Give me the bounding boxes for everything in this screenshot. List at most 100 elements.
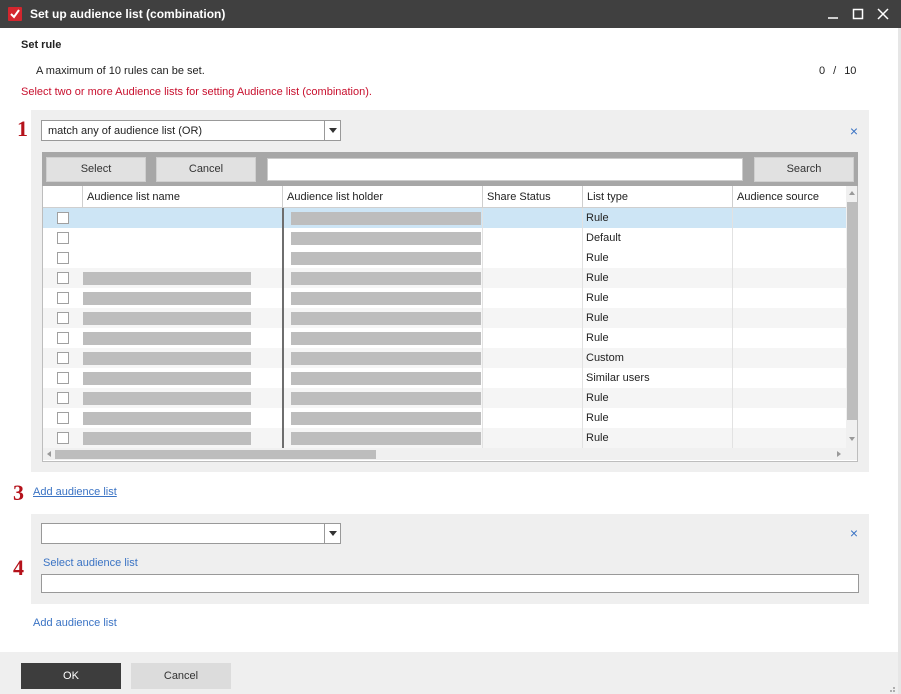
row-checkbox[interactable] [57,432,69,444]
remove-rule-icon[interactable]: × [848,526,860,540]
close-icon[interactable] [873,4,893,24]
list-type-cell: Rule [586,252,609,264]
table-row[interactable]: Rule [43,408,846,428]
cancel-selection-button[interactable]: Cancel [156,157,256,182]
list-type-cell: Rule [586,392,609,404]
redacted-name [83,372,251,385]
redacted-holder [291,232,481,245]
match-type-select-1[interactable]: match any of audience list (OR) [41,120,341,141]
scroll-thumb[interactable] [847,202,857,420]
redacted-holder [291,212,481,225]
search-input[interactable] [267,158,743,181]
select-button[interactable]: Select [46,157,146,182]
redacted-name [83,352,251,365]
row-checkbox[interactable] [57,212,69,224]
redacted-name [83,292,251,305]
redacted-holder [291,272,481,285]
list-type-cell: Rule [586,332,609,344]
table-row[interactable]: Rule [43,428,846,448]
table-row[interactable]: Rule [43,388,846,408]
grid-vertical-scrollbar[interactable] [846,186,857,448]
chevron-down-icon [324,121,340,140]
col-header-list-type[interactable]: List type [587,191,628,203]
row-checkbox[interactable] [57,292,69,304]
col-divider [732,208,733,448]
ok-button[interactable]: OK [21,663,121,689]
window-title: Set up audience list (combination) [30,7,226,21]
scroll-down-icon[interactable] [846,433,857,445]
table-row[interactable]: Rule [43,268,846,288]
minimize-icon[interactable] [823,4,843,24]
redacted-name [83,432,251,445]
audience-list-grid: Audience list name Audience list holder … [42,186,858,462]
row-checkbox[interactable] [57,372,69,384]
redacted-name [83,392,251,405]
select-audience-list-link[interactable]: Select audience list [43,557,138,569]
rule-count-separator: / [833,65,837,77]
table-row[interactable]: Rule [43,208,846,228]
redacted-holder [291,372,481,385]
row-checkbox[interactable] [57,352,69,364]
redacted-holder [291,292,481,305]
instruction-text: Select two or more Audience lists for se… [21,86,372,98]
scroll-thumb[interactable] [55,450,376,459]
redacted-holder [291,432,481,445]
marker-4: 4 [13,555,24,580]
col-header-holder[interactable]: Audience list holder [287,191,383,203]
list-type-cell: Rule [586,312,609,324]
col-header-source[interactable]: Audience source [737,191,819,203]
table-row[interactable]: Similar users [43,368,846,388]
col-divider [582,208,583,448]
redacted-holder [291,392,481,405]
search-button[interactable]: Search [754,157,854,182]
table-row[interactable]: Rule [43,248,846,268]
scroll-up-icon[interactable] [846,187,857,199]
list-type-cell: Rule [586,272,609,284]
scroll-left-icon[interactable] [43,448,55,460]
add-audience-list-link-2[interactable]: Add audience list [33,617,117,629]
table-row[interactable]: Rule [43,308,846,328]
table-row[interactable]: Default [43,228,846,248]
add-audience-list-link-1[interactable]: Add audience list [33,486,117,498]
grid-toolbar: Select Cancel Search [42,152,858,186]
col-divider [82,186,83,208]
resize-grip-icon[interactable] [888,684,896,692]
marker-1: 1 [17,116,28,141]
redacted-holder [291,352,481,365]
row-checkbox[interactable] [57,412,69,424]
col-divider [482,208,483,448]
match-type-value: match any of audience list (OR) [48,125,203,137]
scroll-right-icon[interactable] [833,448,845,460]
frozen-column-divider [282,208,284,448]
table-row[interactable]: Rule [43,288,846,308]
match-type-select-2[interactable] [41,523,341,544]
col-header-share[interactable]: Share Status [487,191,551,203]
rule-counter: 0/10 [819,65,856,77]
maximize-icon[interactable] [848,4,868,24]
cancel-button[interactable]: Cancel [131,663,231,689]
list-type-cell: Rule [586,432,609,444]
redacted-holder [291,252,481,265]
row-checkbox[interactable] [57,392,69,404]
rule-count-max: 10 [844,65,857,77]
col-divider [282,186,283,208]
selected-audience-field[interactable] [41,574,859,593]
chevron-down-icon [324,524,340,543]
row-checkbox[interactable] [57,332,69,344]
row-checkbox[interactable] [57,312,69,324]
row-checkbox[interactable] [57,252,69,264]
remove-rule-icon[interactable]: × [848,124,860,138]
row-checkbox[interactable] [57,232,69,244]
col-divider [732,186,733,208]
table-row[interactable]: Custom [43,348,846,368]
redacted-name [83,272,251,285]
row-checkbox[interactable] [57,272,69,284]
marker-3: 3 [13,480,24,505]
grid-horizontal-scrollbar[interactable] [43,448,857,460]
list-type-cell: Rule [586,212,609,224]
app-logo-icon [8,7,22,21]
col-header-name[interactable]: Audience list name [87,191,180,203]
redacted-name [83,312,251,325]
list-type-cell: Similar users [586,372,650,384]
table-row[interactable]: Rule [43,328,846,348]
